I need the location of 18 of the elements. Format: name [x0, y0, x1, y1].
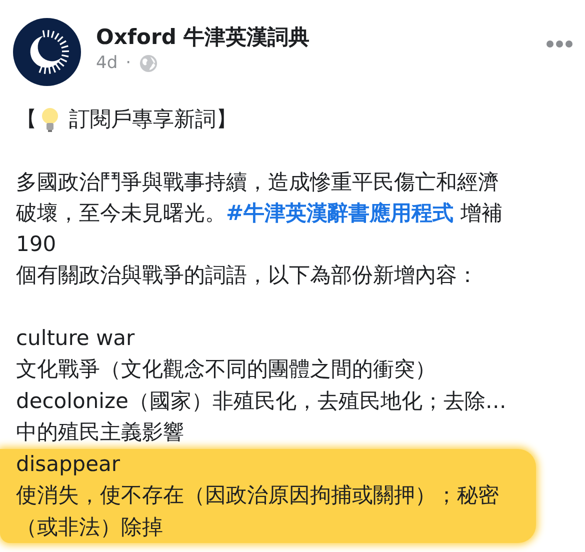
definition-line: （或非法）除掉: [16, 514, 164, 540]
logo-avatar[interactable]: [13, 18, 81, 86]
definition-line: 使消失，使不存在（因政治原因拘捕或關押）；秘密: [16, 482, 500, 509]
lightbulb-icon: [41, 106, 59, 133]
post-paragraph: 多國政治鬥爭與戰事持續，造成慘重平民傷亡和經濟 破壞，至今未見曙光。#牛津英漢辭書應用程式 增補 190 個有關政治與戰爭的詞語，以下為部份新增內容：: [16, 169, 504, 289]
author-name[interactable]: Oxford 牛津英漢詞典: [96, 23, 310, 51]
separator-dot: ·: [126, 52, 132, 75]
definition-line: 文化戰爭（文化觀念不同的團體之間的衝突）: [16, 356, 437, 383]
entry-word: disappear: [16, 450, 122, 478]
entry-line: decolonize（國家）非殖民化，去殖民地化；去除…: [16, 388, 508, 414]
more-options-icon[interactable]: [546, 40, 573, 48]
post-time[interactable]: 4d: [96, 51, 118, 75]
entry-word: culture war: [16, 324, 136, 352]
hashtag-link[interactable]: #牛津英漢辭書應用程式: [226, 201, 454, 225]
bracket: 【: [16, 106, 37, 133]
definition-line: 中的殖民主義影響: [16, 419, 185, 446]
globe-icon: [139, 54, 158, 72]
post-title: 訂閱戶專享新詞】: [69, 106, 237, 133]
